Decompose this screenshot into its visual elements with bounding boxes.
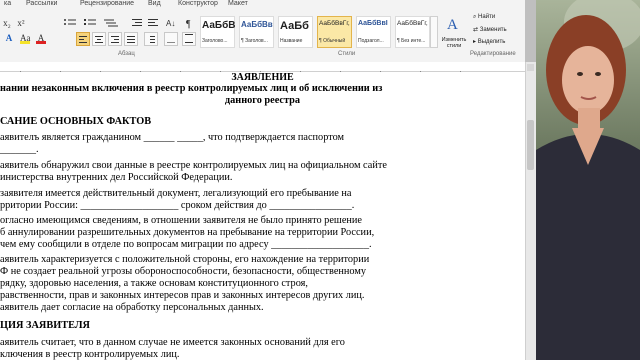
doc-line: аявитель дает согласие на обработку перс… <box>0 302 264 313</box>
line-spacing-button[interactable] <box>144 32 158 46</box>
styles-scroll-button[interactable] <box>430 16 438 48</box>
style-sample: АаБбВвГг, <box>397 20 428 27</box>
tab-review[interactable]: Рецензирование <box>80 0 134 7</box>
font-color-button[interactable]: A <box>36 33 46 44</box>
webcam-presenter-image <box>536 0 640 360</box>
doc-line: рядку, здоровью населения, а также основ… <box>0 278 308 289</box>
binoculars-icon: ⌕ <box>473 14 477 20</box>
replace-icon: ⇄ <box>473 27 479 33</box>
doc-line: аявитель обнаружил свои данные в реестре… <box>0 160 387 171</box>
highlight-color-button[interactable]: Aa <box>20 33 31 44</box>
tab-mailings[interactable]: Рассылки <box>26 0 57 7</box>
style-name: ¶ Без инте... <box>397 38 426 44</box>
doc-line: б аннулировании разрешительных документо… <box>0 227 375 238</box>
style-name: Заголово... <box>202 38 228 44</box>
align-left-button[interactable] <box>76 32 90 46</box>
style-subtitle[interactable]: АаБбВвI Подзагол... <box>356 16 391 48</box>
find-label: Найти <box>478 14 496 20</box>
group-label-paragraph: Абзац <box>118 51 135 57</box>
ruler[interactable] <box>0 62 525 74</box>
svg-text:A: A <box>447 17 458 32</box>
tab-design[interactable]: Конструктор <box>178 0 218 7</box>
doc-line: _______. <box>0 144 39 155</box>
style-name: ¶ Заголов... <box>241 38 268 44</box>
vertical-scrollbar[interactable] <box>525 62 536 360</box>
style-name: Название <box>280 38 303 44</box>
doc-line: аявителъ является гражданином ______ ___… <box>0 132 345 143</box>
style-normal[interactable]: АаБбВвГг, ¶ Обычный <box>317 16 352 48</box>
shading-button[interactable] <box>164 32 178 46</box>
ribbon-tabs: ка Рассылки Рецензирование Вид Конструкт… <box>0 0 525 10</box>
style-title[interactable]: АаБб Название <box>278 16 313 48</box>
doc-line: равственности, прав и законных интересов… <box>0 290 365 301</box>
svg-text:А↓: А↓ <box>166 19 175 28</box>
style-name: ¶ Обычный <box>319 38 346 44</box>
group-label-editing: Редактирование <box>470 51 516 57</box>
replace-label: Заменить <box>479 27 507 33</box>
doc-line: Ф не создает реальной угрозы обороноспос… <box>0 266 367 277</box>
style-heading-1[interactable]: АаБбВ Заголово... <box>200 16 236 48</box>
change-styles-label: Изменить стили <box>441 37 467 49</box>
tab-layout[interactable]: Макет <box>228 0 248 7</box>
section-heading: САНИЕ ОСНОВНЫХ ФАКТОВ <box>0 116 152 127</box>
doc-line: аявитель считает, что в данном случае не… <box>0 337 345 348</box>
style-no-spacing[interactable]: АаБбВвГг, ¶ Без инте... <box>395 16 430 48</box>
text-effects-button[interactable]: A <box>4 33 14 43</box>
superscript-button[interactable]: x² <box>16 18 26 28</box>
doc-subtitle: нании незаконным включения в реестр конт… <box>0 83 383 94</box>
doc-line: ключения в реестр контролируемых лиц. <box>0 349 180 360</box>
style-sample: АаБбВв <box>241 20 273 29</box>
style-sample: АаБбВвI <box>358 20 388 27</box>
style-sample: АаБбВ <box>202 20 236 31</box>
replace-button[interactable]: ⇄ Заменить <box>473 26 507 33</box>
style-name: Подзагол... <box>358 38 384 44</box>
doc-line: инистерства внутренних дел Российской Фе… <box>0 172 233 183</box>
doc-line: рритории России: ___________________ сро… <box>0 200 355 211</box>
tab-mailings-partial[interactable]: ка <box>4 0 11 7</box>
group-label-styles: Стили <box>338 51 356 57</box>
align-right-button[interactable] <box>108 32 122 46</box>
change-styles-button[interactable]: A Изменить стили <box>439 14 469 50</box>
select-label: Выделить <box>477 39 506 45</box>
select-icon: ▸ <box>473 39 477 45</box>
scroll-thumb[interactable] <box>527 120 534 170</box>
doc-line: чем ему сообщили в отделе по вопросам ми… <box>0 239 372 250</box>
list-buttons[interactable] <box>62 17 122 29</box>
align-center-button[interactable] <box>92 32 106 46</box>
borders-button[interactable] <box>182 32 196 46</box>
find-button[interactable]: ⌕ Найти <box>473 14 495 21</box>
style-sample: АаБбВвГг, <box>319 20 350 27</box>
change-styles-icon: A <box>447 17 458 33</box>
tab-view[interactable]: Вид <box>148 0 161 7</box>
document-page[interactable]: ЗАЯВЛЕНИЕ нании незаконным включения в р… <box>0 72 525 360</box>
doc-line: огласно имеющимся сведениям, в отношении… <box>0 215 362 226</box>
style-sample: АаБб <box>280 20 309 32</box>
doc-subtitle-2: данного реестра <box>224 95 301 106</box>
section-heading: ЦИЯ ЗАЯВИТЕЛЯ <box>0 320 90 331</box>
justify-button[interactable] <box>124 32 138 46</box>
indent-sort-buttons[interactable]: А↓ ¶ <box>130 17 210 29</box>
ribbon: ка Рассылки Рецензирование Вид Конструкт… <box>0 0 525 63</box>
subscript-button[interactable]: x₂ <box>2 18 12 28</box>
doc-line: аявитель характеризуется с положительной… <box>0 254 370 265</box>
scroll-up-arrow[interactable] <box>527 64 534 71</box>
style-heading-2[interactable]: АаБбВв ¶ Заголов... <box>239 16 274 48</box>
svg-text:¶: ¶ <box>186 19 191 29</box>
select-button[interactable]: ▸ Выделить <box>473 38 505 45</box>
webcam-overlay <box>536 0 640 360</box>
doc-line: заявителя имеется действительный докумен… <box>0 188 352 199</box>
